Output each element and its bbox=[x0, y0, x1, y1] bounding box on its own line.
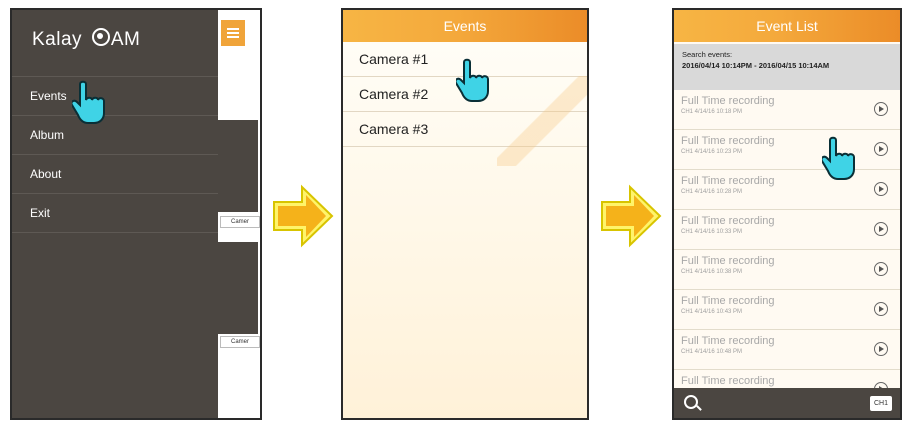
hand-pointer-icon bbox=[456, 58, 489, 102]
camera-thumb-label: Camer bbox=[220, 336, 260, 348]
event-list: Full Time recording CH1 4/14/16 10:18 PM … bbox=[674, 90, 900, 410]
bottom-toolbar: CH1 bbox=[674, 388, 900, 418]
camera-preview bbox=[218, 242, 258, 334]
search-range-bar[interactable]: Search events: 2016/04/14 10:14PM - 2016… bbox=[674, 44, 900, 90]
search-range: 2016/04/14 10:14PM - 2016/04/15 10:14AM bbox=[682, 61, 830, 70]
hand-pointer-icon bbox=[822, 136, 855, 180]
background-decoration bbox=[497, 76, 587, 166]
menu-icon[interactable] bbox=[221, 20, 245, 46]
search-label: Search events: bbox=[682, 50, 733, 59]
arrow-right-icon bbox=[601, 184, 662, 248]
play-icon[interactable] bbox=[874, 182, 888, 196]
app-logo: Kalay AM bbox=[32, 28, 141, 50]
camera-preview bbox=[218, 120, 258, 212]
list-item[interactable]: Full Time recording CH1 4/14/16 10:28 PM bbox=[674, 170, 900, 210]
drawer-screen: Camer Camer Kalay AM Events Album About … bbox=[10, 8, 262, 420]
list-item[interactable]: Full Time recording CH1 4/14/16 10:18 PM bbox=[674, 90, 900, 130]
menu-item-about[interactable]: About bbox=[12, 154, 218, 193]
camera-lens-icon bbox=[91, 28, 110, 46]
navigation-drawer: Kalay AM Events Album About Exit bbox=[12, 10, 218, 418]
play-icon[interactable] bbox=[874, 102, 888, 116]
play-icon[interactable] bbox=[874, 342, 888, 356]
list-item[interactable]: Full Time recording CH1 4/14/16 10:33 PM bbox=[674, 210, 900, 250]
search-icon[interactable] bbox=[684, 395, 698, 409]
event-list-screen: Event List Search events: 2016/04/14 10:… bbox=[672, 8, 902, 420]
page-title: Event List bbox=[674, 10, 900, 42]
play-icon[interactable] bbox=[874, 302, 888, 316]
hand-pointer-icon bbox=[72, 80, 105, 124]
play-icon[interactable] bbox=[874, 262, 888, 276]
play-icon[interactable] bbox=[874, 142, 888, 156]
content-behind-drawer bbox=[218, 10, 260, 418]
arrow-right-icon bbox=[273, 184, 334, 248]
menu-item-exit[interactable]: Exit bbox=[12, 193, 218, 233]
channel-badge[interactable]: CH1 bbox=[870, 396, 892, 411]
list-item[interactable]: Full Time recording CH1 4/14/16 10:48 PM bbox=[674, 330, 900, 370]
page-title: Events bbox=[343, 10, 587, 42]
list-item[interactable]: Full Time recording CH1 4/14/16 10:38 PM bbox=[674, 250, 900, 290]
play-icon[interactable] bbox=[874, 222, 888, 236]
list-item[interactable]: Full Time recording CH1 4/14/16 10:43 PM bbox=[674, 290, 900, 330]
camera-thumb-label: Camer bbox=[220, 216, 260, 228]
list-item[interactable]: Full Time recording CH1 4/14/16 10:23 PM bbox=[674, 130, 900, 170]
